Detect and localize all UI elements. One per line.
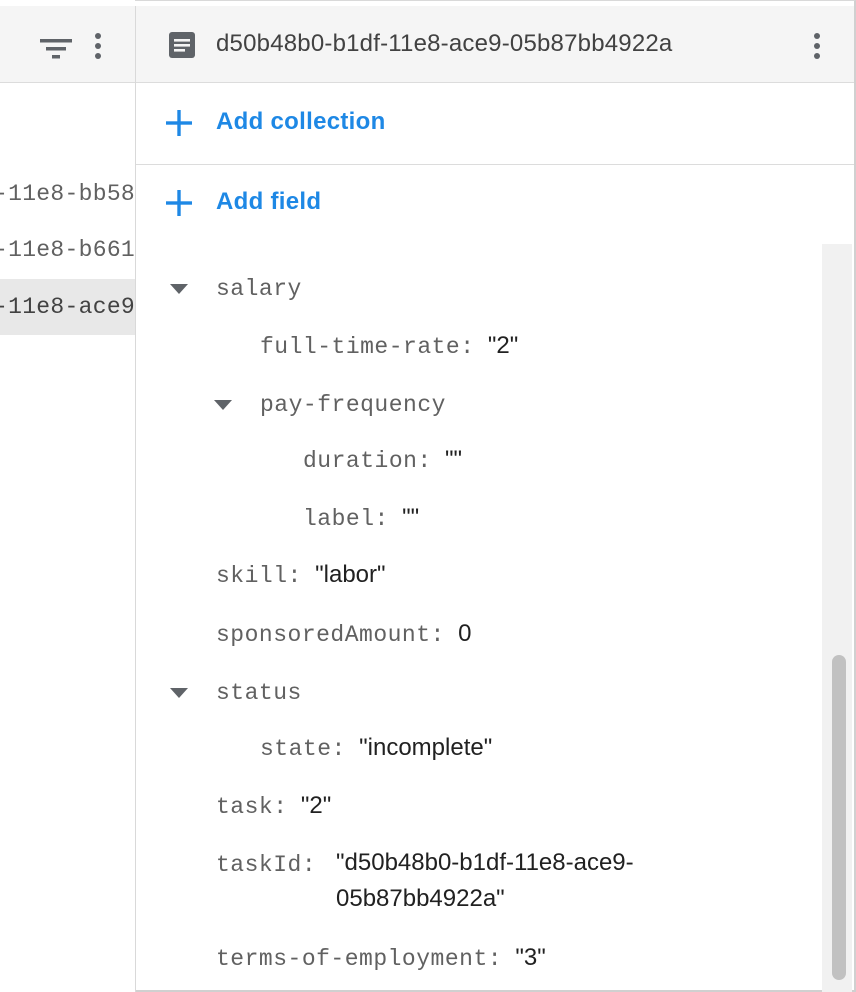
triangle-down-icon[interactable] <box>170 688 188 698</box>
field-row-state[interactable]: state: "incomplete" <box>260 734 492 762</box>
field-key: pay-frequency <box>260 392 446 418</box>
triangle-down-icon[interactable] <box>214 400 232 410</box>
document-panel-header: d50b48b0-b1df-11e8-ace9-05b87bb4922a <box>136 6 854 83</box>
field-key: salary <box>216 276 302 302</box>
field-key: taskId <box>216 852 302 878</box>
field-key: full-time-rate <box>260 334 461 360</box>
field-value-line: 05b87bb4922a" <box>336 885 505 912</box>
field-row-task[interactable]: task: "2" <box>216 792 331 820</box>
field-key: sponsoredAmount <box>216 622 431 648</box>
colon: : <box>460 334 488 360</box>
field-row-task-id[interactable]: taskId: <box>216 850 316 878</box>
triangle-down-icon[interactable] <box>170 284 188 294</box>
document-list-item-selected[interactable]: -11e8-ace9 <box>0 279 135 335</box>
more-vert-icon[interactable] <box>811 30 823 60</box>
field-value: "2" <box>487 332 519 359</box>
add-collection-label: Add collection <box>216 108 386 135</box>
more-vert-icon[interactable] <box>92 30 104 60</box>
colon: : <box>301 852 316 878</box>
field-row-skill[interactable]: skill: "labor" <box>216 561 386 589</box>
field-value: "" <box>445 446 463 473</box>
colon: : <box>417 448 446 474</box>
add-collection-button[interactable]: Add collection <box>136 84 854 164</box>
field-key: terms-of-employment <box>216 946 488 972</box>
filter-icon[interactable] <box>38 34 74 64</box>
field-value: "2" <box>300 792 332 819</box>
field-value: "labor" <box>315 561 386 588</box>
plus-icon <box>166 190 192 216</box>
field-key: state <box>260 736 332 762</box>
field-value-line: "d50b48b0-b1df-11e8-ace9- <box>336 849 634 876</box>
documents-panel: -11e8-bb58 -11e8-b661 -11e8-ace9 <box>0 0 135 992</box>
colon: : <box>287 563 316 589</box>
document-icon <box>169 32 195 58</box>
field-value: "" <box>402 504 420 531</box>
document-list-item[interactable]: -11e8-b661 <box>0 222 135 278</box>
document-list-item[interactable]: -11e8-bb58 <box>0 166 135 222</box>
field-row-terms-of-employment[interactable]: terms-of-employment: "3" <box>216 944 546 972</box>
field-value: "3" <box>515 944 546 971</box>
field-key: status <box>216 680 302 706</box>
field-value: "incomplete" <box>359 734 493 761</box>
colon: : <box>374 506 403 532</box>
field-row-sponsored-amount[interactable]: sponsoredAmount: 0 <box>216 620 472 648</box>
field-value: 0 <box>458 620 472 647</box>
field-key: duration <box>303 448 418 474</box>
field-key: task <box>216 794 274 820</box>
colon: : <box>487 946 516 972</box>
field-row-salary[interactable]: salary <box>216 274 302 302</box>
scrollbar-thumb[interactable] <box>832 655 846 980</box>
documents-panel-header <box>0 6 135 83</box>
colon: : <box>273 794 301 820</box>
task-id-value: "d50b48b0-b1df-11e8-ace9- 05b87bb4922a" <box>336 845 634 917</box>
colon: : <box>331 736 360 762</box>
field-row-pay-frequency[interactable]: pay-frequency <box>260 390 446 418</box>
field-row-duration[interactable]: duration: "" <box>303 446 462 474</box>
colon: : <box>430 622 459 648</box>
field-key: skill <box>216 563 288 589</box>
document-panel: d50b48b0-b1df-11e8-ace9-05b87bb4922a Add… <box>136 0 854 992</box>
field-row-status[interactable]: status <box>216 678 302 706</box>
document-title: d50b48b0-b1df-11e8-ace9-05b87bb4922a <box>216 30 673 57</box>
field-key: label <box>303 506 375 532</box>
add-field-button[interactable]: Add field <box>136 164 854 244</box>
add-field-label: Add field <box>216 188 322 215</box>
field-row-label[interactable]: label: "" <box>303 504 419 532</box>
field-row-full-time-rate[interactable]: full-time-rate: "2" <box>260 332 518 360</box>
plus-icon <box>166 110 192 136</box>
